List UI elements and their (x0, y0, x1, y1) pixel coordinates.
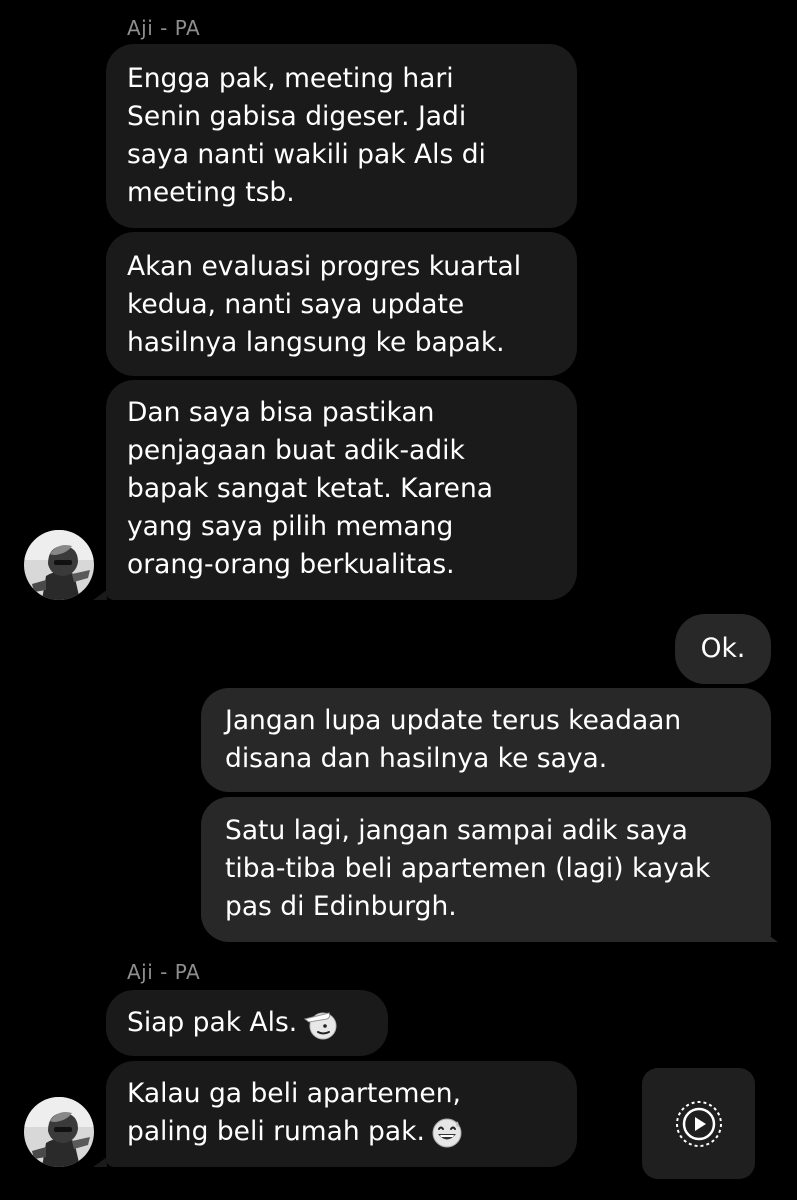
message-text: Kalau ga beli apartemen, paling beli rum… (127, 1078, 461, 1147)
incoming-message[interactable]: Akan evaluasi progres kuartal kedua, nan… (106, 232, 577, 376)
bubble-tail (93, 590, 107, 600)
incoming-message[interactable]: Dan saya bisa pastikan penjagaan buat ad… (106, 380, 577, 600)
avatar[interactable] (24, 530, 94, 600)
play-circle-icon (674, 1099, 724, 1153)
sender-name: Aji - PA (127, 960, 201, 984)
play-media-button[interactable] (642, 1068, 755, 1179)
outgoing-message[interactable]: Satu lagi, jangan sampai adik saya tiba-… (201, 797, 771, 942)
sender-name: Aji - PA (127, 16, 201, 40)
outgoing-message[interactable]: Ok. (675, 614, 771, 684)
saluting-face-icon (303, 1007, 337, 1041)
message-text: Siap pak Als. (127, 1007, 298, 1038)
bubble-tail (764, 932, 778, 942)
incoming-message[interactable]: Kalau ga beli apartemen, paling beli rum… (106, 1061, 577, 1167)
incoming-message[interactable]: Engga pak, meeting hari Senin gabisa dig… (106, 44, 577, 228)
avatar-image-icon (24, 530, 94, 600)
avatar[interactable] (24, 1097, 94, 1167)
grinning-sweat-face-icon (431, 1117, 463, 1149)
bubble-tail (93, 1157, 107, 1167)
avatar-image-icon (24, 1097, 94, 1167)
incoming-message[interactable]: Siap pak Als. (106, 990, 388, 1056)
outgoing-message[interactable]: Jangan lupa update terus keadaan disana … (201, 688, 771, 792)
